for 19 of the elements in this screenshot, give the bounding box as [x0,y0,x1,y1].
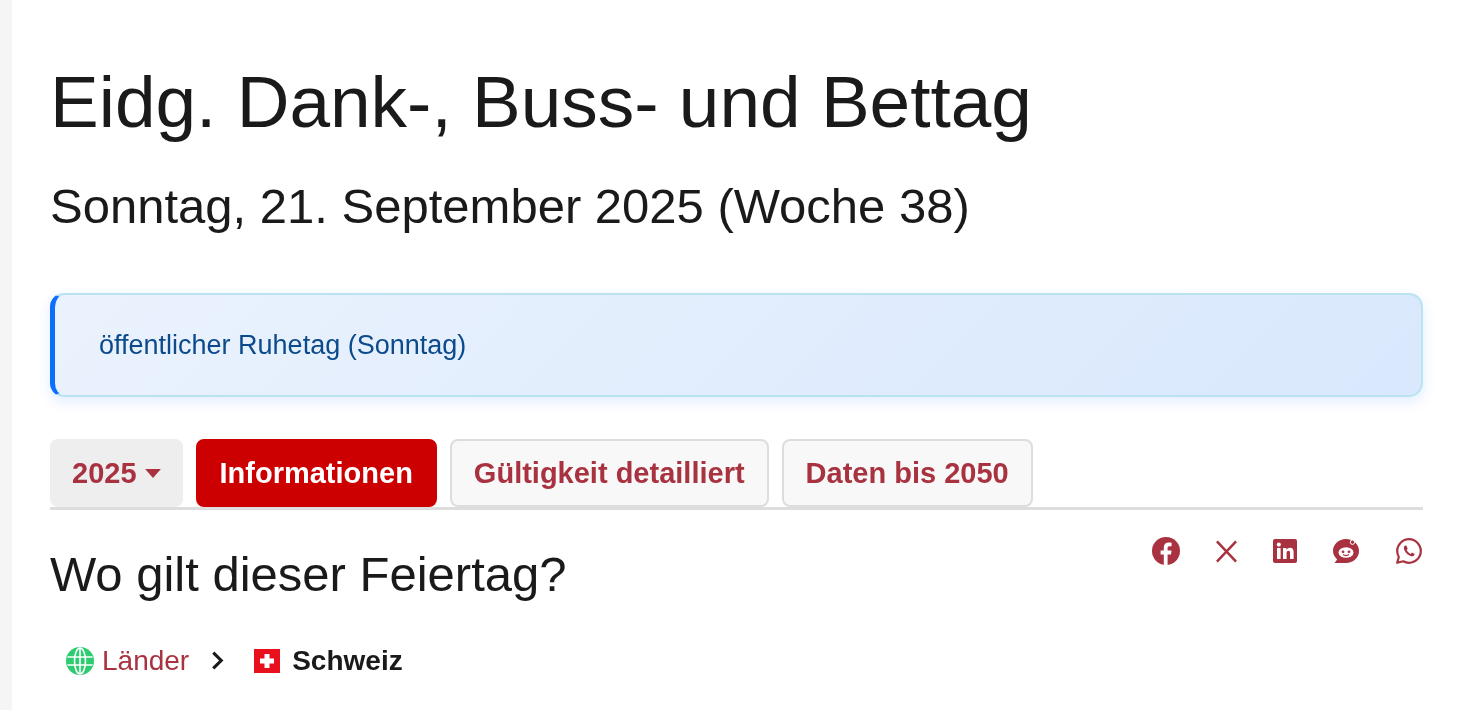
reddit-icon[interactable] [1332,537,1360,566]
breadcrumb-current: Schweiz [292,644,403,677]
linkedin-icon[interactable] [1273,539,1297,564]
whatsapp-icon[interactable] [1395,537,1423,566]
chevron-right-icon [211,651,225,671]
tab[interactable]: Gültigkeit detailliert [449,439,769,508]
breadcrumb-link[interactable]: Länder [102,644,190,677]
section-heading: Wo gilt dieser Feiertag? [50,546,567,603]
swiss-flag-icon [254,648,281,673]
year-dropdown[interactable]: 2025 [50,439,183,508]
caret-down-icon [144,468,161,478]
tab[interactable]: Daten bis 2050 [781,439,1033,508]
facebook-icon[interactable] [1152,537,1180,566]
x-icon[interactable] [1215,539,1238,563]
notice-text: öffentlicher Ruhetag (Sonntag) [99,329,467,361]
tab[interactable]: Informationen [195,439,437,508]
page-title: Eidg. Dank-, Buss- und Bettag [50,60,1033,144]
date-subtitle: Sonntag, 21. September 2025 (Woche 38) [50,177,971,235]
globe-icon [66,646,94,675]
